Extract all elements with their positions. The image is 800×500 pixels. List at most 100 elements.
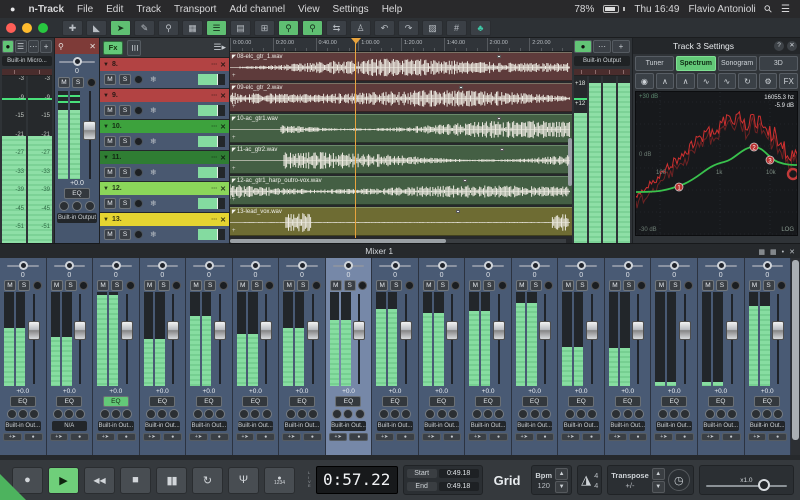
- record-arm-knob[interactable]: [265, 281, 274, 290]
- master-volume-fader[interactable]: [83, 121, 96, 140]
- volume-fader[interactable]: [772, 321, 784, 340]
- close-window-button[interactable]: [6, 23, 16, 33]
- record-arm-knob[interactable]: [219, 281, 228, 290]
- aux-knob-1[interactable]: [193, 409, 203, 419]
- mixer-channel[interactable]: 0 M S +0.0 EQ Built-in Out... +➤ ●: [558, 258, 605, 455]
- fx-button[interactable]: Fx: [103, 41, 123, 55]
- record-arm-knob[interactable]: [312, 281, 321, 290]
- aux-knob-3[interactable]: [122, 409, 132, 419]
- mute-button[interactable]: M: [702, 280, 714, 291]
- add-send-button[interactable]: +➤: [3, 433, 22, 441]
- input-list-button[interactable]: ☰: [15, 40, 27, 53]
- channel-rec-button[interactable]: ●: [768, 433, 787, 441]
- record-arm-knob[interactable]: [172, 281, 181, 290]
- menu-item-add-channel[interactable]: Add channel: [229, 4, 285, 15]
- tab-sonogram[interactable]: Sonogram: [718, 56, 757, 71]
- end-value[interactable]: 0:49.18: [439, 482, 479, 491]
- aux-knob-1[interactable]: [239, 409, 249, 419]
- master-output-selector[interactable]: Built-in Output: [57, 213, 97, 223]
- solo-button[interactable]: S: [437, 280, 449, 291]
- audio-clip[interactable]: ◤09-elc_gtr_2.wav+: [230, 83, 572, 112]
- aux-knob-3[interactable]: [634, 409, 644, 419]
- track-io-icon[interactable]: ⋯: [211, 216, 217, 223]
- record-arm-knob[interactable]: [126, 281, 135, 290]
- aux-knob-2[interactable]: [669, 409, 679, 419]
- master-aux-knob-2[interactable]: [72, 201, 82, 211]
- volume-fader[interactable]: [167, 321, 179, 340]
- solo-button[interactable]: S: [111, 280, 123, 291]
- record-arm-knob[interactable]: [777, 281, 786, 290]
- output-selector[interactable]: Built-in Out...: [191, 421, 227, 431]
- rewind-button[interactable]: ◀◀: [84, 467, 115, 494]
- add-send-button[interactable]: +➤: [329, 433, 348, 441]
- collapse-triangle-icon[interactable]: ▼: [103, 217, 109, 223]
- menu-item-track[interactable]: Track: [136, 4, 161, 15]
- mute-button[interactable]: M: [423, 280, 435, 291]
- add-send-button[interactable]: +➤: [468, 433, 487, 441]
- record-arm-input-button[interactable]: ●: [2, 40, 14, 53]
- volume-fader[interactable]: [586, 321, 598, 340]
- aux-knob-2[interactable]: [111, 409, 121, 419]
- mixer-toggle[interactable]: ☰: [206, 20, 227, 36]
- channel-rec-button[interactable]: ●: [582, 433, 601, 441]
- playhead[interactable]: [355, 38, 356, 238]
- output-selector[interactable]: Built-in Out...: [145, 421, 181, 431]
- eq-button[interactable]: EQ: [196, 396, 222, 407]
- channel-rec-button[interactable]: ●: [443, 433, 462, 441]
- fx-button[interactable]: FX: [779, 73, 798, 89]
- aux-knob-3[interactable]: [494, 409, 504, 419]
- aux-knob-3[interactable]: [262, 409, 272, 419]
- start-value[interactable]: 0:49.18: [439, 469, 479, 478]
- aux-knob-2[interactable]: [623, 409, 633, 419]
- volume-fader[interactable]: [28, 321, 40, 340]
- aux-knob-1[interactable]: [286, 409, 296, 419]
- transpose-up-button[interactable]: ▲: [652, 468, 665, 480]
- track-io-icon[interactable]: ⋯: [211, 61, 217, 68]
- track-mute-button[interactable]: M: [104, 167, 116, 178]
- channel-rec-button[interactable]: ●: [163, 433, 182, 441]
- volume-fader[interactable]: [679, 321, 691, 340]
- solo-button[interactable]: S: [576, 280, 588, 291]
- menu-item-help[interactable]: Help: [382, 4, 403, 15]
- menubar-user[interactable]: Flavio Antonioli: [688, 4, 755, 15]
- move-tool[interactable]: ✚: [62, 20, 83, 36]
- pan-slider[interactable]: [147, 260, 179, 272]
- piano-roll-tool[interactable]: ▦: [182, 20, 203, 36]
- solo-button[interactable]: S: [623, 280, 635, 291]
- add-send-button[interactable]: +➤: [654, 433, 673, 441]
- mute-button[interactable]: M: [237, 280, 249, 291]
- close-track-icon[interactable]: ✕: [220, 92, 226, 100]
- notification-center-icon[interactable]: ☰: [781, 4, 790, 15]
- eq-button[interactable]: EQ: [708, 396, 734, 407]
- channel-rec-button[interactable]: ●: [303, 433, 322, 441]
- aux-knob-3[interactable]: [680, 409, 690, 419]
- record-arm-knob[interactable]: [591, 281, 600, 290]
- mute-button[interactable]: M: [190, 280, 202, 291]
- mute-button[interactable]: M: [51, 280, 63, 291]
- solo-button[interactable]: S: [390, 280, 402, 291]
- add-input-button[interactable]: +: [40, 40, 52, 53]
- aux-knob-1[interactable]: [518, 409, 528, 419]
- track-solo-button[interactable]: S: [119, 198, 131, 209]
- diagonal-tool[interactable]: ▨: [422, 20, 443, 36]
- solo-button[interactable]: S: [344, 280, 356, 291]
- output-selector[interactable]: Built-in Out...: [610, 421, 646, 431]
- track-record-knob[interactable]: [134, 168, 143, 177]
- mixer-grid-icon-2[interactable]: ▦: [770, 249, 777, 256]
- pan-slider[interactable]: [7, 260, 39, 272]
- mixer-grid-icon-1[interactable]: ▦: [758, 249, 765, 256]
- apple-menu-icon[interactable]: ●: [10, 4, 15, 14]
- sig-lower[interactable]: 4: [594, 481, 598, 490]
- input-monitor-2[interactable]: ⚲: [302, 20, 323, 36]
- input-more-button[interactable]: ⋯: [28, 40, 40, 53]
- track-record-knob[interactable]: [134, 137, 143, 146]
- clip-handle-icon[interactable]: +: [232, 135, 236, 141]
- close-track-icon[interactable]: ✕: [220, 61, 226, 69]
- master-record-knob[interactable]: [87, 78, 96, 87]
- pointer-tool[interactable]: ➤: [110, 20, 131, 36]
- solo-button[interactable]: S: [530, 280, 542, 291]
- undo[interactable]: ↶: [374, 20, 395, 36]
- output-selector[interactable]: Built-in Out...: [284, 421, 320, 431]
- output-selector[interactable]: Built-in Out...: [424, 421, 460, 431]
- transpose-down-button[interactable]: ▼: [652, 481, 665, 493]
